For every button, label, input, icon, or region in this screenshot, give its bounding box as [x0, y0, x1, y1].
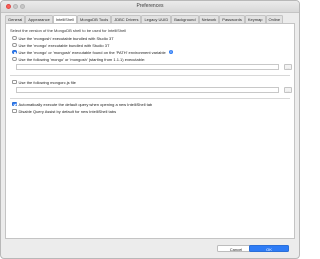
radio-bundled-mongosh[interactable]	[12, 35, 17, 41]
option-bundled-mongo-label: Use the 'mongo' executable bundled with …	[18, 42, 110, 48]
mongorc-path-input[interactable]	[16, 87, 279, 93]
option-custom-executable-label: Use the following 'mongo' or 'mongosh' (…	[18, 56, 146, 62]
custom-executable-path-input[interactable]	[16, 64, 279, 70]
option-path-executable-label: Use the 'mongo' or 'mongosh' executable …	[18, 49, 166, 55]
auto-execute-checkbox[interactable]	[12, 101, 17, 107]
intellishell-settings-panel: Select the version of the MongoDB shell …	[5, 23, 295, 239]
option-bundled-mongosh[interactable]: Use the 'mongosh' executable bundled wit…	[12, 35, 114, 41]
option-custom-executable[interactable]: Use the following 'mongo' or 'mongosh' (…	[12, 56, 145, 62]
browse-executable-button[interactable]: ...	[284, 64, 292, 70]
tab-network[interactable]: Network	[198, 15, 220, 23]
ok-button[interactable]: OK	[249, 245, 289, 252]
section-divider	[10, 75, 290, 76]
window-title: Preferences	[136, 3, 164, 9]
tab-passwords[interactable]: Passwords	[219, 15, 245, 23]
auto-execute-option[interactable]: Automatically execute the default query …	[12, 101, 152, 107]
mongorc-checkbox[interactable]	[12, 79, 17, 85]
radio-path-executable[interactable]	[12, 49, 17, 55]
section-divider-2	[10, 98, 290, 99]
browse-mongorc-button[interactable]: ...	[284, 87, 292, 93]
auto-execute-label: Automatically execute the default query …	[18, 101, 153, 107]
title-bar: Preferences	[1, 1, 299, 13]
tab-mongodb-tools[interactable]: MongoDB Tools	[77, 15, 112, 23]
option-bundled-mongo[interactable]: Use the 'mongo' executable bundled with …	[12, 42, 109, 48]
option-path-executable[interactable]: Use the 'mongo' or 'mongosh' executable …	[12, 49, 174, 55]
shell-version-heading: Select the version of the MongoDB shell …	[10, 28, 127, 33]
preferences-window: Preferences General Appearance IntelliSh…	[0, 0, 300, 259]
tab-legacy-uuid[interactable]: Legacy UUID	[141, 15, 172, 23]
option-bundled-mongosh-label: Use the 'mongosh' executable bundled wit…	[18, 35, 114, 41]
tab-appearance[interactable]: Appearance	[25, 15, 53, 23]
query-assist-checkbox[interactable]	[12, 108, 17, 114]
radio-bundled-mongo[interactable]	[12, 42, 17, 48]
tab-online[interactable]: Online	[265, 15, 284, 23]
info-icon[interactable]: i	[168, 49, 174, 55]
query-assist-option[interactable]: Disable Query Assist by default for new …	[12, 108, 116, 114]
tab-background[interactable]: Background	[171, 15, 199, 23]
mongorc-label: Use the following mongorc.js file	[18, 79, 76, 85]
mongorc-option[interactable]: Use the following mongorc.js file	[12, 79, 76, 85]
tab-keymap[interactable]: Keymap	[244, 15, 266, 23]
radio-custom-executable[interactable]	[12, 56, 17, 62]
tab-general[interactable]: General	[5, 15, 26, 23]
tab-jdbc-drivers[interactable]: JDBC Drivers	[111, 15, 142, 23]
query-assist-label: Disable Query Assist by default for new …	[18, 108, 117, 114]
